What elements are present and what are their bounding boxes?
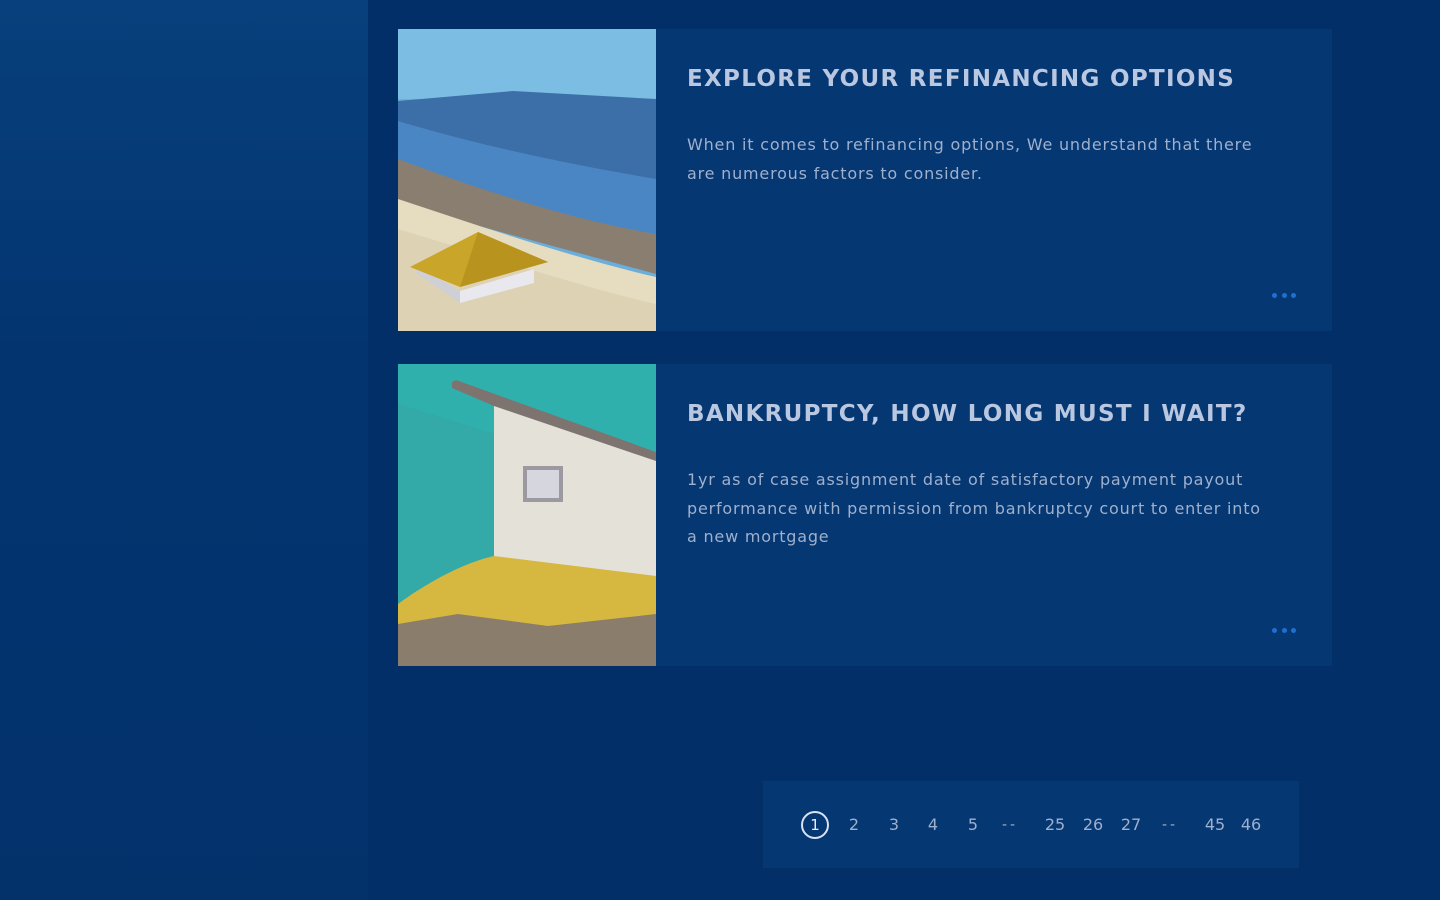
page-link-3[interactable]: 3 bbox=[889, 812, 899, 838]
page-link-5[interactable]: 5 bbox=[968, 812, 978, 838]
card-description: 1yr as of case assignment date of satisf… bbox=[687, 470, 1261, 546]
page-link-1[interactable]: 1 bbox=[801, 811, 829, 839]
dot-icon bbox=[1281, 627, 1287, 633]
article-card[interactable]: BANKRUPTCY, HOW LONG MUST I WAIT? 1yr as… bbox=[398, 364, 1332, 666]
page-link-45[interactable]: 45 bbox=[1205, 812, 1225, 838]
card-body: EXPLORE YOUR REFINANCING OPTIONS When it… bbox=[656, 29, 1332, 331]
article-card[interactable]: EXPLORE YOUR REFINANCING OPTIONS When it… bbox=[398, 29, 1332, 331]
pagination-ellipsis: -- bbox=[1001, 817, 1019, 833]
dot-icon bbox=[1272, 627, 1277, 633]
card-title[interactable]: BANKRUPTCY, HOW LONG MUST I WAIT? bbox=[687, 398, 1332, 430]
house-wall-illustration[interactable] bbox=[398, 364, 656, 666]
dot-icon bbox=[1272, 292, 1277, 298]
page-link-4[interactable]: 4 bbox=[928, 812, 938, 838]
page-link-26[interactable]: 26 bbox=[1083, 812, 1103, 838]
more-options-button[interactable] bbox=[1272, 626, 1296, 634]
card-title[interactable]: EXPLORE YOUR REFINANCING OPTIONS bbox=[687, 63, 1332, 95]
pagination: 1 2 3 4 5 -- 25 26 27 -- 45 46 bbox=[763, 781, 1299, 868]
page-link-46[interactable]: 46 bbox=[1241, 812, 1261, 838]
dot-icon bbox=[1281, 292, 1287, 298]
dot-icon bbox=[1291, 292, 1296, 298]
more-options-button[interactable] bbox=[1272, 291, 1296, 299]
dot-icon bbox=[1291, 627, 1296, 633]
page: EXPLORE YOUR REFINANCING OPTIONS When it… bbox=[0, 0, 1440, 900]
page-link-27[interactable]: 27 bbox=[1121, 812, 1141, 838]
beach-house-illustration[interactable] bbox=[398, 29, 656, 331]
card-description: When it comes to refinancing options, We… bbox=[687, 135, 1253, 183]
card-body: BANKRUPTCY, HOW LONG MUST I WAIT? 1yr as… bbox=[656, 364, 1332, 666]
page-link-2[interactable]: 2 bbox=[849, 812, 859, 838]
pagination-ellipsis: -- bbox=[1161, 817, 1179, 833]
page-link-25[interactable]: 25 bbox=[1045, 812, 1065, 838]
sidebar bbox=[0, 0, 368, 900]
